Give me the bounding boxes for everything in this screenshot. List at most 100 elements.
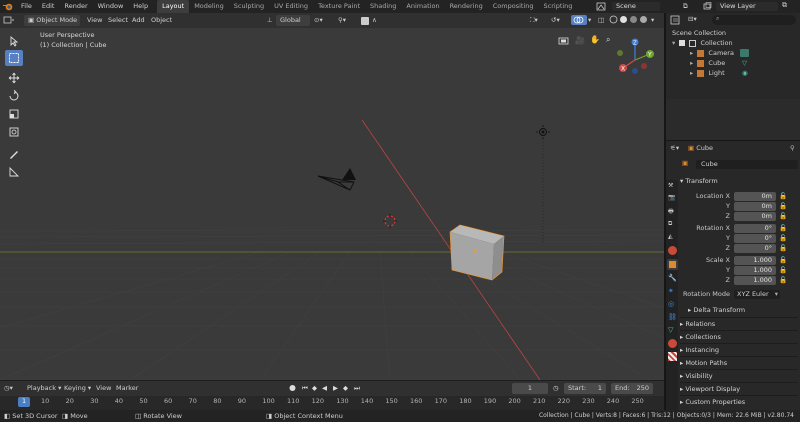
view-layer-tab-icon[interactable]: ⧉ bbox=[668, 220, 677, 229]
annotate-tool-button[interactable] bbox=[5, 146, 23, 162]
scene-tab-icon[interactable]: ◭ bbox=[668, 233, 677, 242]
camera-data-icon[interactable] bbox=[740, 49, 749, 57]
jump-start-icon[interactable]: ⏮ bbox=[302, 383, 311, 394]
proportional-edit-toggle[interactable] bbox=[361, 17, 369, 25]
copy-scene-icon[interactable]: ⧉ bbox=[683, 2, 693, 11]
material-shading-icon[interactable] bbox=[629, 15, 639, 26]
menu-timeline-view[interactable]: View bbox=[96, 383, 111, 394]
tweak-tool-button[interactable] bbox=[5, 33, 23, 49]
scene-selector[interactable]: Scene bbox=[612, 2, 660, 11]
rendered-shading-icon[interactable] bbox=[639, 15, 649, 26]
timeline-ruler[interactable]: 1 10 20 30 40 50 60 70 80 90 100 110 120 130 140 150 160… bbox=[0, 396, 664, 410]
menu-playback[interactable]: Playback ▾ bbox=[27, 383, 61, 394]
delta-transform-header[interactable]: ▸ Delta Transform bbox=[688, 304, 800, 316]
tab-layout[interactable]: Layout bbox=[157, 0, 190, 13]
outliner-row-cube[interactable]: ▸ Cube ▽ bbox=[666, 58, 800, 68]
editor-type-icon[interactable] bbox=[3, 15, 17, 26]
tab-compositing[interactable]: Compositing bbox=[488, 0, 539, 13]
lock-icon[interactable]: 🔓 bbox=[779, 266, 787, 274]
camera-object[interactable] bbox=[314, 164, 364, 204]
relations-panel-header[interactable]: ▸ Relations bbox=[680, 317, 798, 329]
transform-panel-header[interactable]: ▾ Transform bbox=[680, 175, 798, 187]
rotation-x-field[interactable]: 0° bbox=[734, 224, 776, 233]
pin-icon[interactable]: ⚲ bbox=[790, 144, 798, 154]
display-mode-icon[interactable]: ⊟▾ bbox=[688, 15, 708, 25]
menu-add[interactable]: Add bbox=[132, 15, 145, 26]
xray-toggle-icon[interactable]: ◫ bbox=[598, 15, 608, 26]
tab-modeling[interactable]: Modeling bbox=[189, 0, 229, 13]
lock-icon[interactable]: 🔓 bbox=[779, 244, 787, 252]
menu-help[interactable]: Help bbox=[128, 0, 153, 13]
world-tab-icon[interactable] bbox=[668, 246, 677, 255]
tab-shading[interactable]: Shading bbox=[365, 0, 401, 13]
object-name-field[interactable]: Cube bbox=[696, 160, 798, 169]
use-preview-range-icon[interactable]: ◷ bbox=[553, 383, 562, 394]
tab-uv-editing[interactable]: UV Editing bbox=[269, 0, 313, 13]
rotation-y-field[interactable]: 0° bbox=[734, 234, 776, 243]
gizmo-toggle-icon[interactable]: ↺▾ bbox=[551, 15, 565, 26]
shading-dropdown-icon[interactable]: ▾ bbox=[651, 15, 659, 26]
rotation-mode-dropdown[interactable]: XYZ Euler ▾ bbox=[734, 290, 780, 299]
material-tab-icon[interactable] bbox=[668, 339, 677, 348]
mode-selector[interactable]: ▣ Object Mode bbox=[24, 15, 80, 26]
scale-tool-button[interactable] bbox=[5, 106, 23, 122]
location-x-field[interactable]: 0m bbox=[734, 192, 776, 201]
outliner-row-scene-collection[interactable]: Scene Collection bbox=[666, 28, 800, 38]
jump-end-icon[interactable]: ⏭ bbox=[354, 383, 363, 394]
menu-object[interactable]: Object bbox=[151, 15, 172, 26]
prev-keyframe-icon[interactable]: ◆ bbox=[312, 383, 321, 394]
end-frame-field[interactable]: End: 250 bbox=[611, 383, 653, 394]
scale-x-field[interactable]: 1.000 bbox=[734, 256, 776, 265]
3d-cursor[interactable] bbox=[383, 214, 397, 228]
measure-tool-button[interactable] bbox=[5, 164, 23, 180]
overlays-dropdown-icon[interactable]: ▾ bbox=[588, 15, 596, 26]
start-frame-field[interactable]: Start: 1 bbox=[564, 383, 606, 394]
menu-edit[interactable]: Edit bbox=[37, 0, 60, 13]
play-icon[interactable]: ▶ bbox=[333, 383, 342, 394]
transform-tool-button[interactable] bbox=[5, 124, 23, 140]
particles-tab-icon[interactable]: ✴ bbox=[668, 287, 677, 296]
viewport-display-panel-header[interactable]: ▸ Viewport Display bbox=[680, 382, 798, 394]
play-reverse-icon[interactable]: ◀ bbox=[322, 383, 331, 394]
render-tab-icon[interactable]: 📷 bbox=[668, 194, 677, 203]
tab-scripting[interactable]: Scripting bbox=[539, 0, 578, 13]
rotate-tool-button[interactable] bbox=[5, 88, 23, 104]
output-tab-icon[interactable]: 🖶 bbox=[668, 207, 677, 216]
current-frame-field[interactable]: 1 bbox=[512, 383, 548, 394]
texture-tab-icon[interactable] bbox=[668, 352, 677, 361]
tab-animation[interactable]: Animation bbox=[401, 0, 444, 13]
checkbox-icon[interactable] bbox=[679, 40, 686, 46]
light-data-icon[interactable]: ◉ bbox=[742, 68, 748, 78]
pan-view-hand-icon[interactable]: ✋ bbox=[590, 35, 602, 47]
location-z-field[interactable]: 0m bbox=[734, 212, 776, 221]
object-tab-active[interactable] bbox=[667, 259, 678, 270]
snap-icon[interactable]: ⚲▾ bbox=[338, 15, 356, 26]
move-tool-button[interactable] bbox=[5, 70, 23, 86]
lock-icon[interactable]: 🔓 bbox=[779, 234, 787, 242]
view-layer-selector[interactable]: View Layer bbox=[716, 2, 778, 11]
constraints-tab-icon[interactable]: ⛓ bbox=[668, 313, 677, 322]
physics-tab-icon[interactable]: ◎ bbox=[668, 300, 677, 309]
new-view-layer-icon[interactable]: ⧉ bbox=[782, 1, 792, 11]
menu-file[interactable]: File bbox=[16, 0, 37, 13]
select-box-tool-button[interactable] bbox=[5, 50, 23, 66]
data-tab-icon[interactable]: ▽ bbox=[668, 326, 677, 335]
menu-window[interactable]: Window bbox=[93, 0, 129, 13]
outliner-row-light[interactable]: ▸ Light ◉ bbox=[666, 68, 800, 78]
transform-orientation-selector[interactable]: Global bbox=[276, 15, 310, 26]
rotation-z-field[interactable]: 0° bbox=[734, 244, 776, 253]
tab-sculpting[interactable]: Sculpting bbox=[229, 0, 269, 13]
outliner-editor-type-icon[interactable] bbox=[670, 15, 684, 25]
tab-rendering[interactable]: Rendering bbox=[445, 0, 488, 13]
timeline-editor-type-icon[interactable]: ◷▾ bbox=[4, 383, 18, 394]
blender-logo-icon[interactable] bbox=[0, 0, 16, 13]
outliner-search-input[interactable]: ⌕ bbox=[712, 15, 796, 25]
lock-icon[interactable]: 🔓 bbox=[779, 276, 787, 284]
3d-viewport[interactable]: User Perspective (1) Collection | Cube Y… bbox=[0, 28, 664, 380]
lock-icon[interactable]: 🔓 bbox=[779, 256, 787, 264]
mesh-data-icon[interactable]: ▽ bbox=[742, 58, 747, 68]
tool-tab-icon[interactable]: ⚒ bbox=[668, 182, 677, 191]
next-keyframe-icon[interactable]: ◆ bbox=[343, 383, 352, 394]
collections-panel-header[interactable]: ▸ Collections bbox=[680, 330, 798, 342]
outliner-row-collection[interactable]: ▾ Collection bbox=[666, 38, 800, 48]
